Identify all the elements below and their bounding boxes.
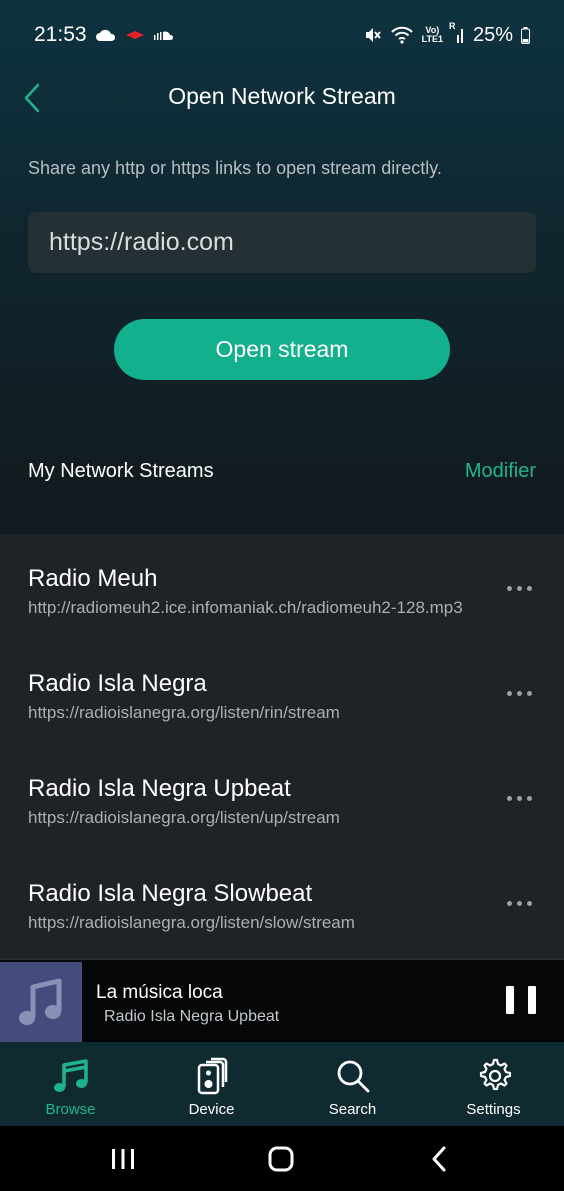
music-note-icon	[53, 1059, 88, 1092]
lte-label: LTE1	[421, 34, 443, 44]
cloud-icon	[95, 28, 117, 42]
nav-search[interactable]: Search	[282, 1042, 423, 1126]
home-icon	[268, 1146, 294, 1172]
stream-name: Radio Isla Negra Upbeat	[28, 775, 291, 802]
gear-icon	[479, 1058, 511, 1091]
section-title: My Network Streams	[28, 460, 214, 482]
nav-label: Device	[188, 1101, 235, 1118]
wifi-icon	[390, 26, 414, 44]
chevron-left-icon	[432, 1146, 446, 1172]
stream-url: http://radiomeuh2.ice.infomaniak.ch/radi…	[28, 598, 463, 617]
url-input[interactable]	[28, 212, 536, 273]
modify-button[interactable]: Modifier	[465, 460, 536, 483]
signal-icon: R	[449, 21, 465, 43]
battery-percent: 25%	[472, 23, 513, 46]
status-bar: 21:53 Vo) LTE1 R 25%	[0, 0, 564, 70]
status-time: 21:53	[34, 23, 87, 46]
open-stream-button[interactable]: Open stream	[114, 319, 450, 380]
list-item[interactable]: Radio Meuh http://radiomeuh2.ice.infoman…	[0, 534, 564, 639]
battery-icon	[521, 26, 530, 44]
recent-apps-icon	[112, 1149, 134, 1169]
stream-name: Radio Isla Negra	[28, 670, 207, 697]
track-title: La música loca	[96, 982, 223, 1003]
stream-name: Radio Meuh	[28, 565, 158, 592]
nav-browse[interactable]: Browse	[0, 1042, 141, 1126]
speaker-icon	[197, 1057, 227, 1095]
roaming-label: R	[448, 21, 456, 31]
recent-apps-button[interactable]	[103, 1144, 143, 1174]
share-instructions: Share any http or https links to open st…	[28, 158, 442, 178]
nav-label: Browse	[45, 1101, 96, 1118]
nav-settings[interactable]: Settings	[423, 1042, 564, 1126]
nav-label: Settings	[466, 1101, 521, 1118]
search-icon	[337, 1060, 369, 1093]
back-nav-button[interactable]	[419, 1144, 459, 1174]
more-options-button[interactable]	[502, 786, 536, 810]
more-options-button[interactable]	[502, 576, 536, 600]
list-item[interactable]: Radio Isla Negra Upbeat https://radioisl…	[0, 744, 564, 849]
stream-list: Radio Meuh http://radiomeuh2.ice.infoman…	[0, 534, 564, 958]
screen: 21:53 Vo) LTE1 R 25% Open Network Stream…	[0, 0, 564, 1191]
header: Open Network Stream	[0, 70, 564, 126]
mini-player[interactable]: La música loca Radio Isla Negra Upbeat	[0, 958, 564, 1044]
more-options-button[interactable]	[502, 681, 536, 705]
music-note-icon	[19, 978, 62, 1025]
stream-name: Radio Isla Negra Slowbeat	[28, 880, 313, 907]
track-station: Radio Isla Negra Upbeat	[104, 1008, 280, 1025]
list-item[interactable]: Radio Isla Negra https://radioislanegra.…	[0, 639, 564, 744]
page-title: Open Network Stream	[168, 83, 396, 109]
list-item[interactable]: Radio Isla Negra Slowbeat https://radioi…	[0, 849, 564, 954]
system-nav-bar	[0, 1126, 564, 1191]
notification-icon	[125, 30, 145, 40]
nav-device[interactable]: Device	[141, 1042, 282, 1126]
bottom-nav: Browse Device Search Settings	[0, 1042, 564, 1126]
mute-icon	[364, 26, 382, 44]
volte-icon: Vo) LTE1	[422, 26, 443, 44]
home-button[interactable]	[261, 1144, 301, 1174]
pause-button[interactable]	[506, 986, 536, 1018]
soundcloud-icon	[153, 29, 175, 41]
stream-url: https://radioislanegra.org/listen/rin/st…	[28, 703, 340, 722]
more-options-button[interactable]	[502, 891, 536, 915]
stream-url: https://radioislanegra.org/listen/up/str…	[28, 808, 340, 827]
album-art	[0, 962, 82, 1044]
stream-url: https://radioislanegra.org/listen/slow/s…	[28, 913, 355, 932]
nav-label: Search	[328, 1101, 377, 1118]
